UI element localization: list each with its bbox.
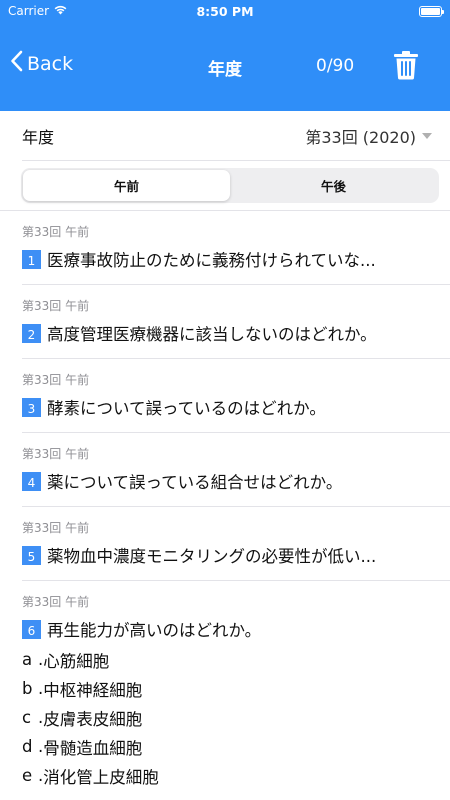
question-text: 薬について誤っている組合せはどれか。 xyxy=(47,473,343,492)
question-item[interactable]: 第33回 午前 4 薬について誤っている組合せはどれか。 xyxy=(22,445,440,493)
option-key: c xyxy=(22,708,32,727)
option-key: e xyxy=(22,766,33,785)
divider xyxy=(22,580,450,581)
segment-am[interactable]: 午前 xyxy=(23,170,230,201)
question-text: 医療事故防止のために義務付けられていな... xyxy=(47,251,376,270)
year-row: 年度 第33回 (2020) xyxy=(22,111,450,161)
option-text: 中枢神経細胞 xyxy=(43,680,143,700)
question-text: 薬物血中濃度モニタリングの必要性が低い... xyxy=(47,547,377,566)
question-meta: 第33回 午前 xyxy=(22,225,90,239)
question-number-badge: 2 xyxy=(22,323,41,343)
option-key: b xyxy=(22,679,33,698)
question-meta: 第33回 午前 xyxy=(22,521,90,535)
option-key: d xyxy=(22,737,33,756)
answer-option-c[interactable]: c. 皮膚表皮細胞 xyxy=(22,703,440,732)
page-title: 年度 xyxy=(208,60,242,80)
question-meta: 第33回 午前 xyxy=(22,299,90,313)
question-item[interactable]: 第33回 午前 2 高度管理医療機器に該当しないのはどれか。 xyxy=(22,297,440,345)
status-bar: Carrier 8:50 PM xyxy=(0,0,450,22)
status-time: 8:50 PM xyxy=(196,3,254,19)
divider xyxy=(22,432,450,433)
am-pm-segmented-control: 午前 午後 xyxy=(21,168,439,203)
question-text: 高度管理医療機器に該当しないのはどれか。 xyxy=(47,325,377,344)
option-text: 骨髄造血細胞 xyxy=(43,738,143,758)
segment-pm[interactable]: 午後 xyxy=(230,170,437,201)
question-number-badge: 6 xyxy=(22,619,41,639)
divider xyxy=(22,284,450,285)
navigation-bar: Back 年度 0/90 xyxy=(0,22,450,111)
chevron-down-icon xyxy=(422,132,432,139)
answer-option-a[interactable]: a. 心筋細胞 xyxy=(22,645,440,674)
question-number-badge: 3 xyxy=(22,397,41,417)
battery-icon xyxy=(419,5,444,17)
question-item[interactable]: 第33回 午前 5 薬物血中濃度モニタリングの必要性が低い... xyxy=(22,519,440,567)
question-meta: 第33回 午前 xyxy=(22,595,90,609)
answer-option-b[interactable]: b. 中枢神経細胞 xyxy=(22,674,440,703)
year-label: 年度 xyxy=(22,127,55,147)
divider xyxy=(22,358,450,359)
question-item-expanded[interactable]: 第33回 午前 6 再生能力が高いのはどれか。 a. 心筋細胞 b. 中枢神経細胞 … xyxy=(22,593,440,790)
option-text: 消化管上皮細胞 xyxy=(43,767,159,787)
progress-count: 0/90 xyxy=(316,56,355,76)
question-meta: 第33回 午前 xyxy=(22,447,90,461)
year-selected-value: 第33回 (2020) xyxy=(305,127,416,147)
question-item[interactable]: 第33回 午前 3 酵素について誤っているのはどれか。 xyxy=(22,371,440,419)
answer-options: a. 心筋細胞 b. 中枢神経細胞 c. 皮膚表皮細胞 d. 骨髄造血細胞 e. 消化管上… xyxy=(22,645,440,790)
trash-button[interactable] xyxy=(393,50,419,84)
option-text: 皮膚表皮細胞 xyxy=(43,709,143,729)
answer-option-e[interactable]: e. 消化管上皮細胞 xyxy=(22,761,440,790)
trash-icon xyxy=(393,51,419,84)
question-meta: 第33回 午前 xyxy=(22,373,90,387)
question-number-badge: 4 xyxy=(22,471,41,491)
question-text: 酵素について誤っているのはどれか。 xyxy=(47,399,326,418)
question-number-badge: 1 xyxy=(22,249,41,269)
divider xyxy=(0,210,450,211)
option-text: 心筋細胞 xyxy=(43,651,110,671)
answer-option-d[interactable]: d. 骨髄造血細胞 xyxy=(22,732,440,761)
question-text: 再生能力が高いのはどれか。 xyxy=(47,621,262,640)
year-select[interactable]: 第33回 (2020) xyxy=(305,124,432,148)
question-item[interactable]: 第33回 午前 1 医療事故防止のために義務付けられていな... xyxy=(22,223,440,271)
option-key: a xyxy=(22,650,33,669)
question-number-badge: 5 xyxy=(22,545,41,565)
divider xyxy=(22,506,450,507)
